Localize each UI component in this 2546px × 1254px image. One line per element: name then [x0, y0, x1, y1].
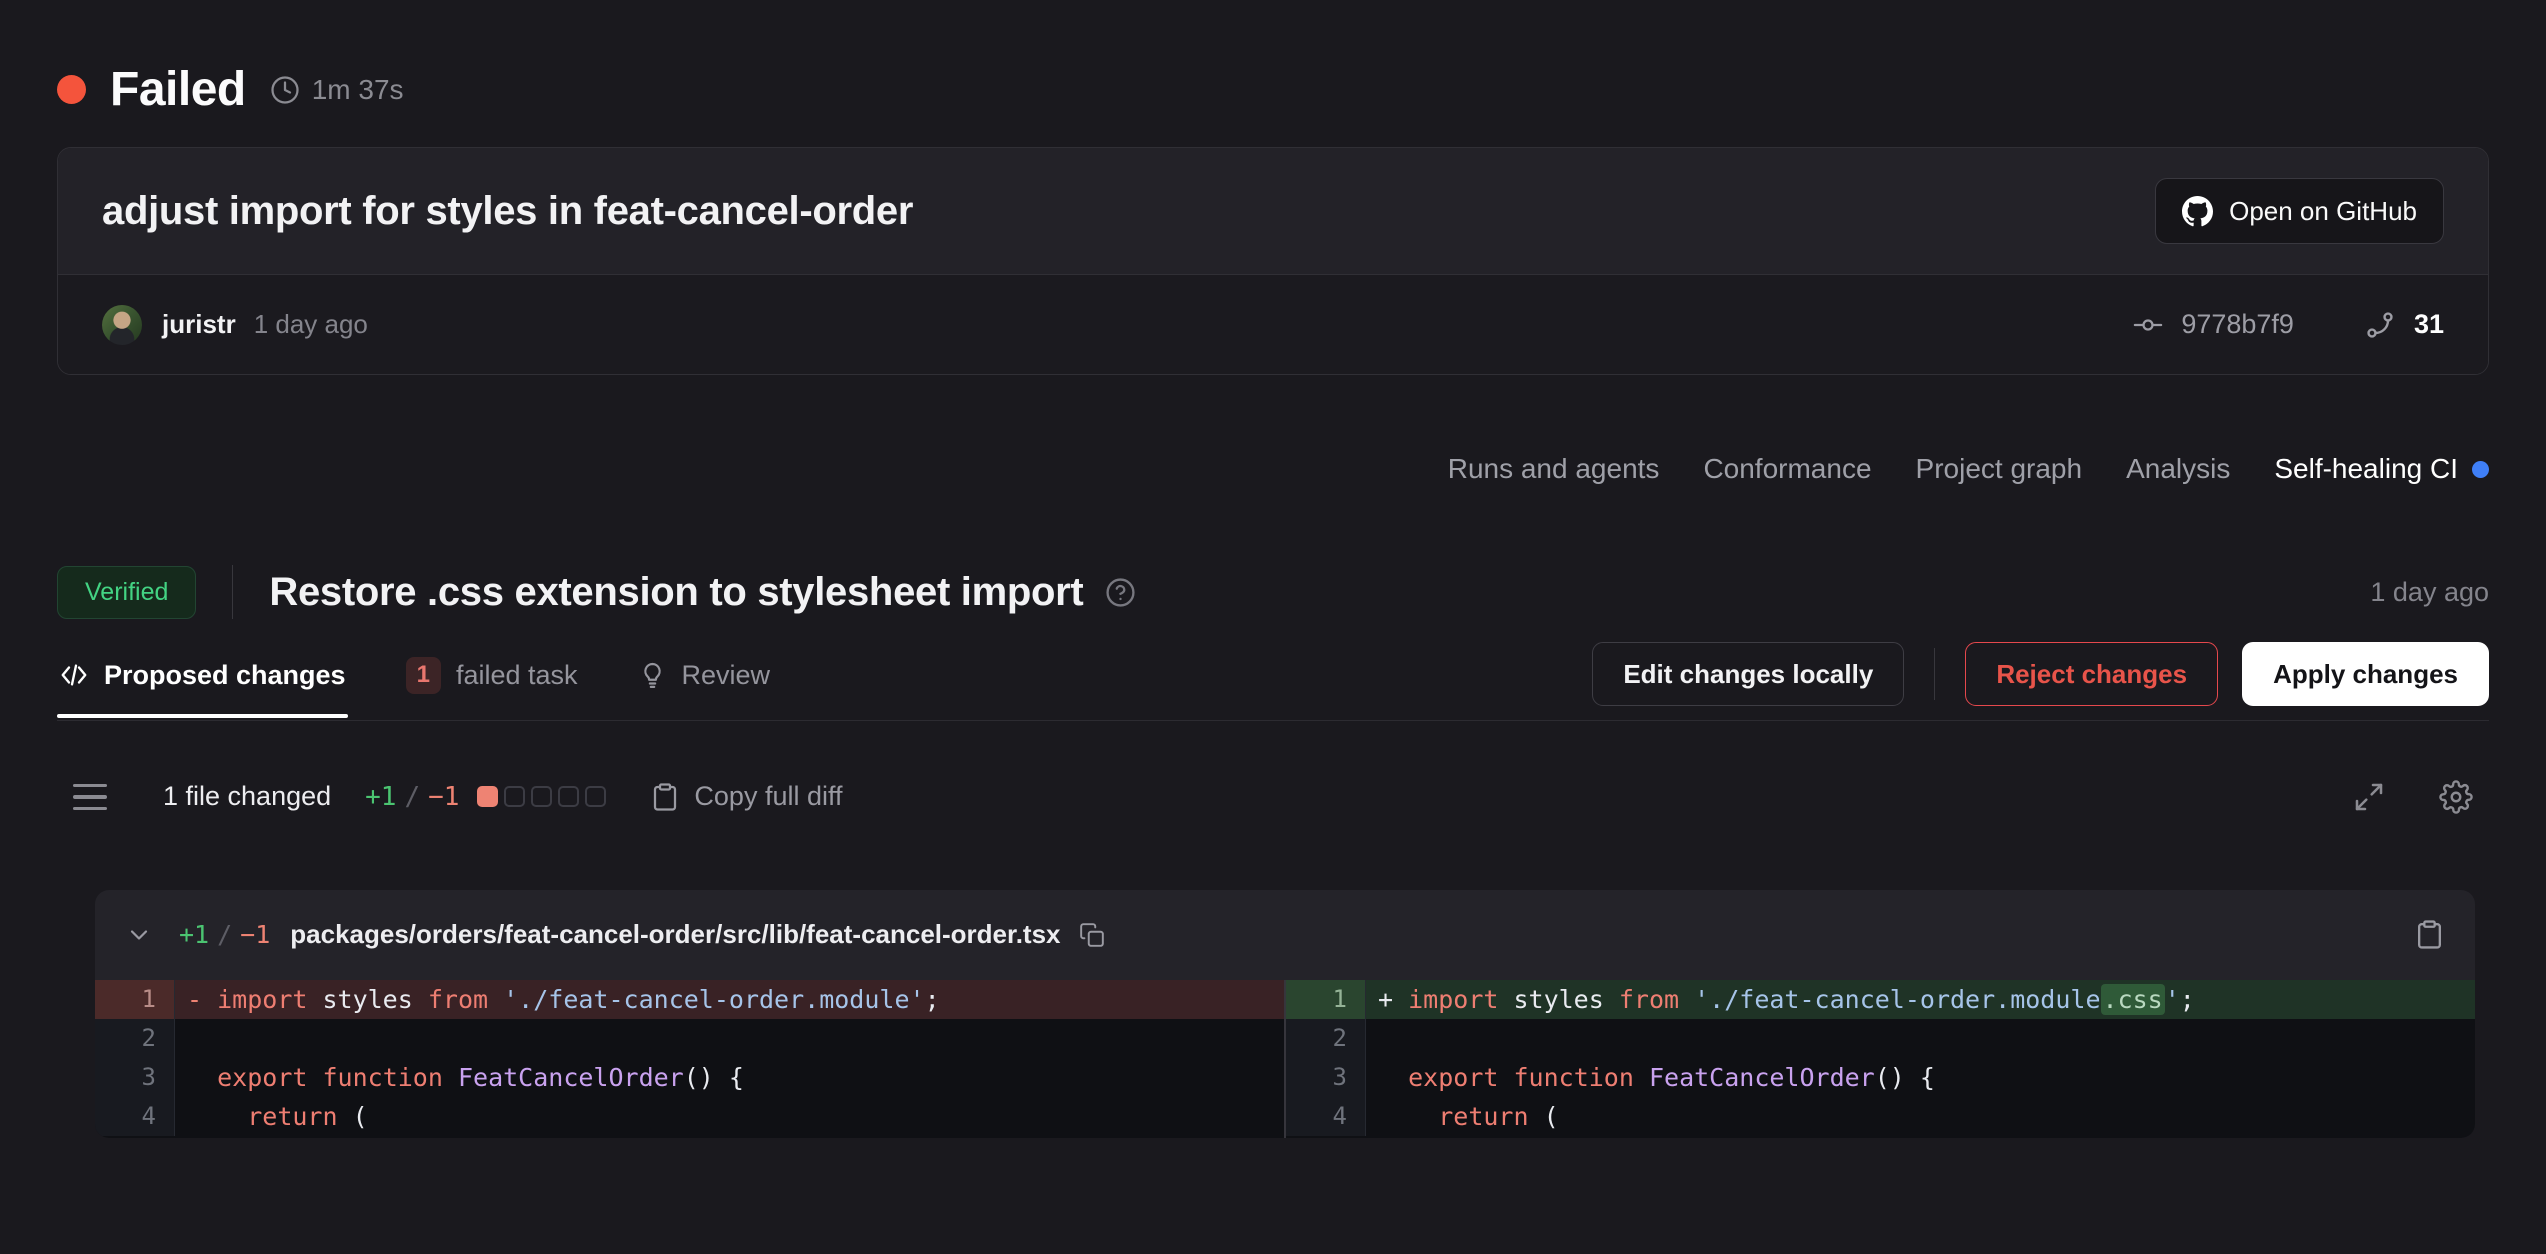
- commit-card-header: adjust import for styles in feat-cancel-…: [58, 148, 2488, 274]
- deletions-count: −1: [428, 782, 459, 812]
- active-nav-dot: [2472, 461, 2489, 478]
- failed-count-badge: 1: [406, 657, 441, 694]
- line-number: 3: [95, 1058, 175, 1097]
- diff-pane-old: 1- import styles from './feat-cancel-ord…: [95, 980, 1284, 1138]
- commit-title: adjust import for styles in feat-cancel-…: [102, 189, 913, 234]
- diff-line: 1+ import styles from './feat-cancel-ord…: [1286, 980, 2475, 1019]
- diff-file-card: +1 / −1 packages/orders/feat-cancel-orde…: [95, 890, 2475, 1138]
- reject-changes-button[interactable]: Reject changes: [1965, 642, 2218, 706]
- status-label: Failed: [110, 62, 246, 117]
- line-number: 1: [95, 980, 175, 1019]
- clock-icon: [270, 75, 300, 105]
- file-additions: +1: [179, 920, 209, 949]
- tab-failed-task-label: failed task: [456, 660, 578, 691]
- divider: [1934, 648, 1935, 700]
- tab-review-label: Review: [682, 660, 771, 691]
- slash: /: [217, 920, 232, 949]
- additions-count: +1: [365, 782, 396, 812]
- diff-blocks-indicator: [477, 786, 606, 807]
- tab-proposed-changes[interactable]: Proposed changes: [57, 642, 348, 717]
- tab-review[interactable]: Review: [636, 642, 773, 717]
- code-text: return (: [175, 1097, 1284, 1136]
- diff-line: 2: [1286, 1019, 2475, 1058]
- verified-badge: Verified: [57, 566, 196, 619]
- diff-line: 4 return (: [1286, 1097, 2475, 1136]
- diff-pane-new: 1+ import styles from './feat-cancel-ord…: [1286, 980, 2475, 1138]
- commit-card-meta-row: juristr 1 day ago 9778b7f9 31: [58, 274, 2488, 374]
- diff-line: 3 export function FeatCancelOrder() {: [1286, 1058, 2475, 1097]
- tabs-row: Proposed changes 1 failed task Review Ed…: [57, 639, 2489, 721]
- copy-full-diff-label: Copy full diff: [694, 781, 842, 812]
- status-failed-dot: [57, 75, 86, 104]
- copy-path-icon[interactable]: [1079, 922, 1105, 948]
- nav-project-graph[interactable]: Project graph: [1916, 453, 2083, 485]
- avatar: [102, 305, 142, 345]
- action-buttons: Edit changes locally Reject changes Appl…: [1592, 642, 2489, 706]
- code-icon: [59, 660, 89, 690]
- line-number: 1: [1286, 980, 1366, 1019]
- copy-full-diff-button[interactable]: Copy full diff: [650, 781, 842, 812]
- fix-time-ago: 1 day ago: [2370, 577, 2489, 608]
- code-text: export function FeatCancelOrder() {: [175, 1058, 1284, 1097]
- tab-proposed-changes-label: Proposed changes: [104, 660, 346, 691]
- top-nav: Runs and agents Conformance Project grap…: [57, 449, 2489, 489]
- diff-line: 1- import styles from './feat-cancel-ord…: [95, 980, 1284, 1019]
- branch-count[interactable]: 31: [2414, 309, 2444, 340]
- nav-self-healing-ci[interactable]: Self-healing CI: [2274, 453, 2489, 485]
- nav-self-healing-ci-label: Self-healing CI: [2274, 453, 2458, 485]
- status-header: Failed 1m 37s: [57, 0, 2489, 117]
- duration-text: 1m 37s: [312, 74, 404, 106]
- gear-icon[interactable]: [2439, 780, 2473, 814]
- line-number: 2: [95, 1019, 175, 1058]
- code-text: + import styles from './feat-cancel-orde…: [1366, 980, 2475, 1019]
- code-text: [1366, 1019, 2475, 1058]
- tab-failed-task[interactable]: 1 failed task: [404, 639, 580, 720]
- line-number: 3: [1286, 1058, 1366, 1097]
- code-text: - import styles from './feat-cancel-orde…: [175, 980, 1284, 1019]
- diff-line: 3 export function FeatCancelOrder() {: [95, 1058, 1284, 1097]
- help-icon[interactable]: [1105, 577, 1136, 608]
- diff-split-view: 1- import styles from './feat-cancel-ord…: [95, 980, 2475, 1138]
- chevron-down-icon[interactable]: [125, 921, 153, 949]
- duration: 1m 37s: [270, 74, 404, 106]
- file-deletions: −1: [240, 920, 270, 949]
- expand-icon[interactable]: [2353, 781, 2385, 813]
- open-on-github-label: Open on GitHub: [2229, 196, 2417, 227]
- diff-file-header: +1 / −1 packages/orders/feat-cancel-orde…: [95, 890, 2475, 980]
- nav-runs-and-agents[interactable]: Runs and agents: [1448, 453, 1660, 485]
- files-changed-label: 1 file changed: [163, 781, 331, 812]
- commit-icon: [2133, 310, 2163, 340]
- slash: /: [404, 782, 420, 812]
- github-icon: [2182, 196, 2213, 227]
- edit-changes-locally-button[interactable]: Edit changes locally: [1592, 642, 1904, 706]
- code-text: export function FeatCancelOrder() {: [1366, 1058, 2475, 1097]
- nav-conformance[interactable]: Conformance: [1703, 453, 1871, 485]
- commit-time-ago: 1 day ago: [254, 309, 368, 340]
- diff-toolbar: 1 file changed +1 / −1 Copy full diff: [57, 769, 2489, 825]
- commit-sha[interactable]: 9778b7f9: [2181, 309, 2294, 340]
- apply-changes-button[interactable]: Apply changes: [2242, 642, 2489, 706]
- fix-heading-row: Verified Restore .css extension to style…: [57, 559, 2489, 625]
- commit-card: adjust import for styles in feat-cancel-…: [57, 147, 2489, 375]
- file-path: packages/orders/feat-cancel-order/src/li…: [290, 919, 1060, 950]
- line-number: 4: [95, 1097, 175, 1136]
- author-name: juristr: [162, 309, 236, 340]
- page: Failed 1m 37s adjust import for styles i…: [0, 0, 2546, 1138]
- nav-analysis[interactable]: Analysis: [2126, 453, 2230, 485]
- fix-title: Restore .css extension to stylesheet imp…: [269, 570, 1083, 615]
- code-text: [175, 1019, 1284, 1058]
- menu-icon[interactable]: [73, 784, 107, 811]
- divider: [232, 565, 233, 619]
- branch-icon: [2364, 309, 2396, 341]
- diff-line: 2: [95, 1019, 1284, 1058]
- lightbulb-icon: [638, 661, 667, 690]
- copy-file-icon[interactable]: [2414, 919, 2445, 950]
- line-number: 2: [1286, 1019, 1366, 1058]
- clipboard-icon: [650, 782, 680, 812]
- code-text: return (: [1366, 1097, 2475, 1136]
- line-number: 4: [1286, 1097, 1366, 1136]
- open-on-github-button[interactable]: Open on GitHub: [2155, 178, 2444, 244]
- diff-line: 4 return (: [95, 1097, 1284, 1136]
